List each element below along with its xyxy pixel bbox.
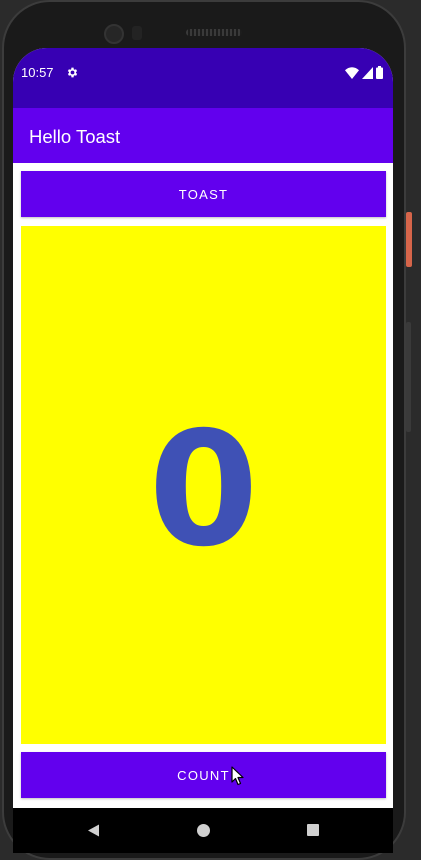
mouse-cursor-icon [231,766,244,786]
settings-gear-icon [67,67,78,78]
battery-icon [376,66,383,79]
screen: 10:57 Hello Toast TOAST 0 COUNT [13,48,393,808]
cell-signal-icon [362,66,373,79]
toast-button-label: TOAST [178,186,229,202]
device-frame: 10:57 Hello Toast TOAST 0 COUNT [0,0,421,860]
wifi-icon [345,66,359,79]
app-bar: Hello Toast [13,108,393,163]
status-time: 10:57 [21,65,54,80]
volume-button[interactable] [406,322,411,432]
home-icon[interactable] [197,824,210,837]
back-icon[interactable] [87,824,100,837]
count-display: 0 [21,226,386,744]
toast-button[interactable]: TOAST [21,171,386,217]
earpiece-speaker [186,29,242,36]
navigation-bar [13,808,393,853]
power-button[interactable] [406,212,412,267]
status-bar: 10:57 [13,48,393,108]
count-button[interactable]: COUNT [21,752,386,798]
count-value: 0 [148,398,259,582]
count-button-label: COUNT [177,767,230,783]
front-camera-icon [104,24,124,44]
recents-icon[interactable] [307,824,319,836]
app-title: Hello Toast [29,126,121,147]
status-icons [345,66,383,79]
sensor-icon [132,26,142,40]
